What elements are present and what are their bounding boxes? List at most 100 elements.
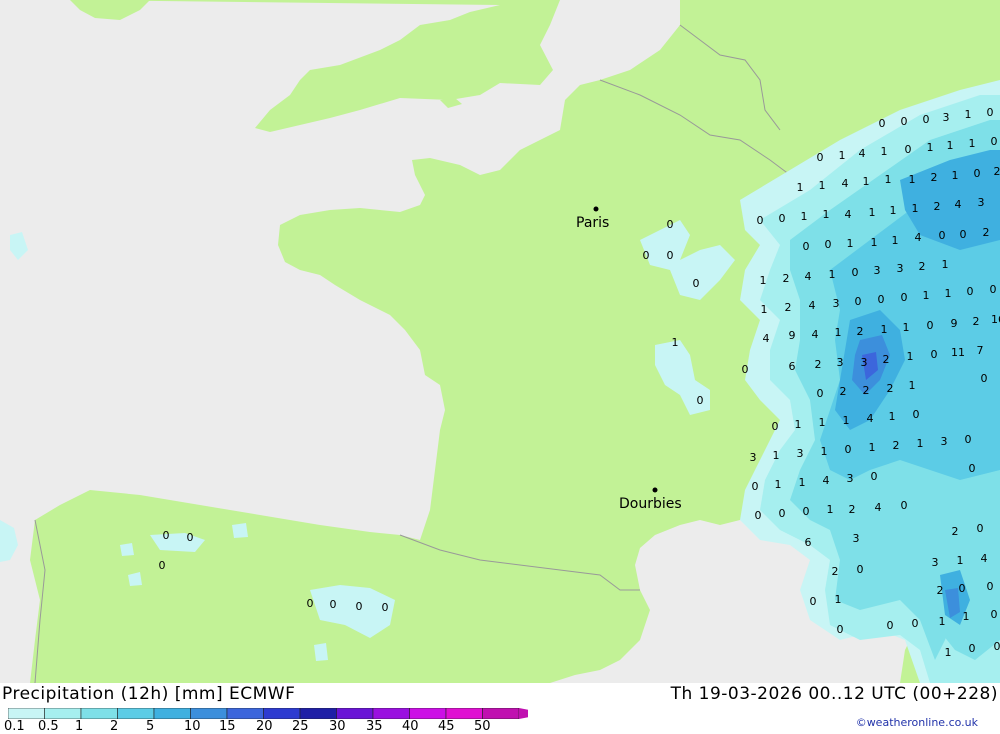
precip-value: 1 bbox=[923, 289, 930, 302]
precip-value: 2 bbox=[994, 165, 1000, 178]
precip-value: 1 bbox=[835, 593, 842, 606]
precip-value: 1 bbox=[797, 181, 804, 194]
precip-value: 1 bbox=[909, 379, 916, 392]
precip-value: 0 bbox=[871, 470, 878, 483]
scale-swatch bbox=[483, 708, 520, 719]
precip-value: 0 bbox=[901, 291, 908, 304]
precip-value: 0 bbox=[779, 212, 786, 225]
precip-value: 11 bbox=[951, 346, 965, 359]
precip-value: 1 bbox=[963, 610, 970, 623]
precip-value: 0 bbox=[845, 443, 852, 456]
precip-value: 2 bbox=[952, 525, 959, 538]
precip-value: 2 bbox=[973, 315, 980, 328]
precip-value: 1 bbox=[863, 175, 870, 188]
precip-value: 3 bbox=[847, 472, 854, 485]
precip-value: 0 bbox=[757, 214, 764, 227]
precip-value: 2 bbox=[893, 439, 900, 452]
precip-value: 1 bbox=[869, 441, 876, 454]
precip-value: 9 bbox=[789, 329, 796, 342]
precip-value: 4 bbox=[809, 299, 816, 312]
precip-value: 0 bbox=[923, 113, 930, 126]
precip-value: 1 bbox=[881, 145, 888, 158]
precip-value: 1 bbox=[819, 416, 826, 429]
scale-tick-label: 30 bbox=[329, 719, 346, 734]
precip-value: 3 bbox=[797, 447, 804, 460]
precip-value: 1 bbox=[871, 236, 878, 249]
precip-value: 4 bbox=[875, 501, 882, 514]
precip-value: 3 bbox=[978, 196, 985, 209]
scale-swatch bbox=[8, 708, 45, 719]
precip-value: 0 bbox=[960, 228, 967, 241]
precip-value: 3 bbox=[941, 435, 948, 448]
precip-value: 2 bbox=[883, 353, 890, 366]
precip-value: 2 bbox=[840, 385, 847, 398]
precip-value: 0 bbox=[803, 505, 810, 518]
precip-value: 2 bbox=[857, 325, 864, 338]
precip-value: 0 bbox=[852, 266, 859, 279]
scale-swatch bbox=[154, 708, 191, 719]
precip-value: 1 bbox=[889, 410, 896, 423]
precip-value: 0 bbox=[697, 394, 704, 407]
precip-value: 0 bbox=[974, 167, 981, 180]
scale-tick-label: 40 bbox=[402, 719, 419, 734]
precip-value: 2 bbox=[849, 503, 856, 516]
precip-value: 1 bbox=[965, 108, 972, 121]
precip-value: 0 bbox=[969, 642, 976, 655]
precip-value: 0 bbox=[772, 420, 779, 433]
precip-value: 6 bbox=[789, 360, 796, 373]
precip-value: 0 bbox=[987, 106, 994, 119]
precip-value: 0 bbox=[931, 348, 938, 361]
precip-value: 4 bbox=[859, 147, 866, 160]
precip-value: 1 bbox=[969, 137, 976, 150]
precip-value: 4 bbox=[867, 412, 874, 425]
precip-value: 0 bbox=[901, 115, 908, 128]
precip-value: 6 bbox=[805, 536, 812, 549]
precip-value: 0 bbox=[779, 507, 786, 520]
precip-value: 1 bbox=[881, 323, 888, 336]
precip-value: 0 bbox=[163, 529, 170, 542]
precip-value: 0 bbox=[855, 295, 862, 308]
precip-value: 0 bbox=[987, 580, 994, 593]
precipitation-map: 0003100141011101141112102001141112430000… bbox=[0, 0, 1000, 683]
scale-tick-label: 1 bbox=[75, 719, 83, 734]
precip-value: 1 bbox=[835, 326, 842, 339]
precip-value: 3 bbox=[861, 356, 868, 369]
scale-tick-label: 2 bbox=[110, 719, 118, 734]
precip-value: 4 bbox=[981, 552, 988, 565]
precip-value: 0 bbox=[878, 293, 885, 306]
precip-value: 0 bbox=[977, 522, 984, 535]
precip-value: 3 bbox=[897, 262, 904, 275]
precip-value: 1 bbox=[945, 287, 952, 300]
precip-value: 1 bbox=[801, 210, 808, 223]
precip-value: 4 bbox=[823, 474, 830, 487]
scale-swatch bbox=[191, 708, 228, 719]
precip-value: 1 bbox=[909, 173, 916, 186]
precip-value: 1 bbox=[760, 274, 767, 287]
precip-value: 9 bbox=[951, 317, 958, 330]
precip-value: 1 bbox=[907, 350, 914, 363]
precip-value: 0 bbox=[981, 372, 988, 385]
chart-title: Precipitation (12h) [mm] ECMWF bbox=[2, 684, 295, 704]
precip-value: 3 bbox=[874, 264, 881, 277]
scale-tick-label: 35 bbox=[366, 719, 383, 734]
precip-value: 0 bbox=[901, 499, 908, 512]
precip-value: 2 bbox=[863, 384, 870, 397]
precip-value: 2 bbox=[931, 171, 938, 184]
precip-value: 1 bbox=[885, 173, 892, 186]
precip-value: 1 bbox=[912, 202, 919, 215]
precip-value: 1 bbox=[773, 449, 780, 462]
credit-link[interactable]: ©weatheronline.co.uk bbox=[856, 716, 978, 729]
precip-value: 0 bbox=[965, 433, 972, 446]
precip-value: 0 bbox=[755, 509, 762, 522]
precip-value: 1 bbox=[927, 141, 934, 154]
precip-value: 0 bbox=[330, 598, 337, 611]
precip-value: 16 bbox=[991, 313, 1000, 326]
city-label-paris: Paris bbox=[576, 215, 609, 231]
precip-value: 1 bbox=[821, 445, 828, 458]
precip-value: 2 bbox=[934, 200, 941, 213]
precip-value: 1 bbox=[799, 476, 806, 489]
precip-value: 3 bbox=[853, 532, 860, 545]
scale-swatch bbox=[45, 708, 82, 719]
precip-value: 1 bbox=[847, 237, 854, 250]
precip-value: 1 bbox=[775, 478, 782, 491]
